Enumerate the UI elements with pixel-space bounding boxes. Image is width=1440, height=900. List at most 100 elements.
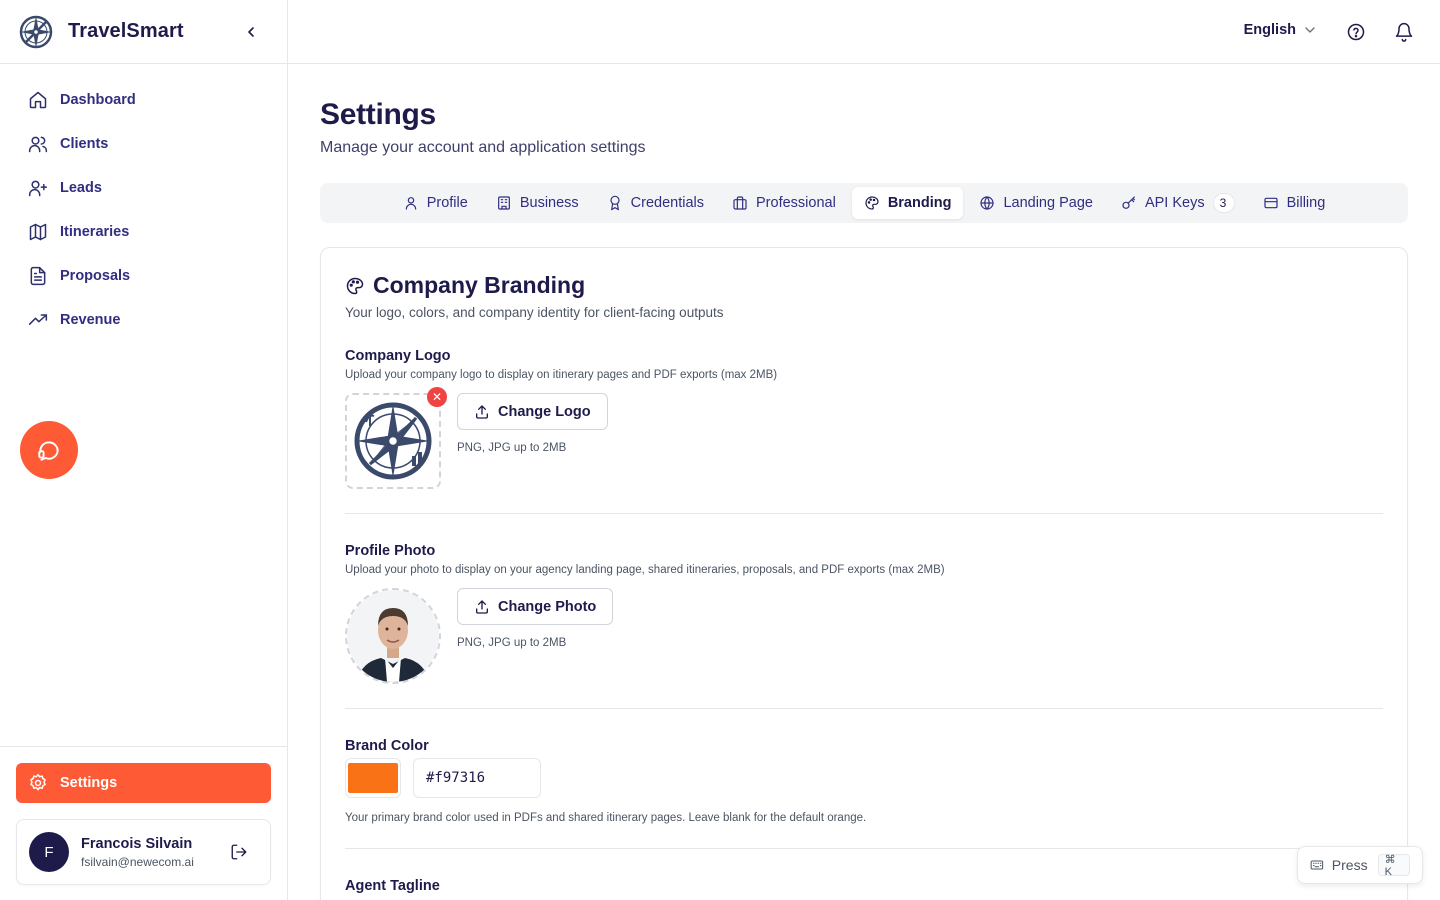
user-name: Francois Silvain bbox=[81, 835, 193, 852]
card-subtitle: Your logo, colors, and company identity … bbox=[345, 305, 724, 320]
section-title: Brand Color bbox=[345, 738, 429, 754]
help-icon[interactable] bbox=[1346, 22, 1366, 42]
profile-photo-section: Profile Photo Upload your photo to displ… bbox=[345, 543, 1383, 709]
tab-business[interactable]: Business bbox=[484, 187, 591, 219]
chevron-left-icon bbox=[248, 27, 254, 37]
palette-icon bbox=[865, 196, 879, 210]
settings-tabs: Profile Business Credentials Professiona… bbox=[320, 183, 1408, 223]
remove-logo-button[interactable]: ✕ bbox=[427, 387, 447, 407]
change-logo-button[interactable]: Change Logo bbox=[457, 393, 608, 430]
headset-icon bbox=[38, 441, 59, 461]
key-icon bbox=[1122, 196, 1135, 209]
user-icon bbox=[405, 197, 416, 210]
logout-icon[interactable] bbox=[230, 843, 248, 861]
tab-professional[interactable]: Professional bbox=[720, 187, 848, 219]
avatar: F bbox=[29, 832, 69, 872]
command-palette-hint[interactable]: Press ⌘ K bbox=[1297, 846, 1423, 884]
sidebar-item-label: Proposals bbox=[60, 268, 131, 284]
button-label: Change Logo bbox=[498, 403, 591, 420]
topbar: English bbox=[288, 0, 1440, 64]
tab-label: Billing bbox=[1286, 195, 1326, 211]
main-content: Settings Manage your account and applica… bbox=[320, 64, 1408, 900]
collapse-sidebar-button[interactable] bbox=[241, 22, 261, 42]
user-email: fsilvain@newecom.ai bbox=[81, 854, 194, 869]
card-title-text: Company Branding bbox=[373, 272, 586, 298]
tab-label: Landing Page bbox=[1003, 195, 1093, 211]
tab-label: Branding bbox=[887, 195, 952, 211]
home-icon bbox=[29, 91, 47, 109]
sidebar-item-label: Dashboard bbox=[60, 92, 136, 108]
tab-label: Credentials bbox=[630, 195, 705, 211]
card-title: Company Branding bbox=[345, 272, 1383, 299]
tab-landing-page[interactable]: Landing Page bbox=[967, 187, 1105, 219]
upload-icon bbox=[476, 404, 488, 419]
sidebar-item-clients[interactable]: Clients bbox=[0, 122, 287, 166]
sidebar-item-label: Clients bbox=[60, 136, 109, 152]
sidebar-item-settings[interactable]: Settings bbox=[16, 763, 271, 803]
press-label: Press bbox=[1331, 857, 1368, 873]
sidebar-item-leads[interactable]: Leads bbox=[0, 166, 287, 210]
tab-profile[interactable]: Profile bbox=[391, 187, 480, 219]
credit-card-icon bbox=[1263, 197, 1278, 209]
app-name: TravelSmart bbox=[68, 20, 184, 42]
logo-upload-row: ✕ Change Logo PNG, JPG up to 2MB bbox=[345, 387, 1383, 489]
main-nav: Dashboard Clients Leads Itineraries Prop… bbox=[0, 64, 287, 342]
brand-color-hex-input[interactable] bbox=[413, 758, 541, 798]
brand-color-section: Brand Color Your primary brand color use… bbox=[345, 738, 1383, 849]
tab-branding[interactable]: Branding bbox=[851, 187, 964, 219]
map-icon bbox=[29, 223, 47, 241]
language-selector[interactable]: English bbox=[1244, 22, 1316, 38]
award-icon bbox=[610, 195, 620, 211]
button-label: Change Photo bbox=[498, 598, 597, 615]
brand-header: TravelSmart bbox=[0, 0, 287, 64]
sidebar-footer: Settings F Francois Silvain fsilvain@new… bbox=[0, 746, 287, 900]
user-plus-icon bbox=[28, 180, 48, 197]
bell-icon[interactable] bbox=[1394, 22, 1414, 42]
globe-icon bbox=[980, 196, 995, 210]
upload-icon bbox=[476, 599, 488, 614]
company-logo-section: Company Logo Upload your company logo to… bbox=[345, 348, 1383, 514]
support-chat-button[interactable] bbox=[20, 421, 78, 479]
brand-color-picker[interactable] bbox=[345, 758, 401, 798]
tab-label: Professional bbox=[756, 195, 836, 211]
tab-label: API Keys bbox=[1144, 195, 1205, 211]
palette-icon bbox=[346, 277, 364, 294]
tab-label: Profile bbox=[426, 195, 468, 211]
sidebar-item-dashboard[interactable]: Dashboard bbox=[0, 78, 287, 122]
profile-photo-image bbox=[347, 590, 439, 682]
file-text-icon bbox=[30, 266, 46, 286]
keyboard-icon bbox=[1310, 860, 1324, 870]
user-card: F Francois Silvain fsilvain@newecom.ai bbox=[16, 819, 271, 885]
brand-color-swatch bbox=[348, 763, 398, 793]
sidebar-item-revenue[interactable]: Revenue bbox=[0, 298, 287, 342]
section-description: Upload your company logo to display on i… bbox=[345, 369, 778, 381]
file-type-hint: PNG, JPG up to 2MB bbox=[457, 442, 567, 454]
section-title: Profile Photo bbox=[345, 543, 436, 559]
tab-billing[interactable]: Billing bbox=[1251, 187, 1338, 219]
gear-icon bbox=[30, 773, 46, 791]
change-photo-button[interactable]: Change Photo bbox=[457, 588, 614, 625]
company-branding-card: Company Branding Your logo, colors, and … bbox=[320, 247, 1408, 900]
building-icon bbox=[497, 196, 510, 210]
compass-logo-icon bbox=[354, 402, 432, 480]
page-title: Settings bbox=[320, 98, 436, 131]
page-subtitle: Manage your account and application sett… bbox=[320, 139, 646, 156]
sidebar: TravelSmart Dashboard Clients Leads Itin… bbox=[0, 0, 288, 900]
briefcase-icon bbox=[733, 196, 747, 210]
tab-credentials[interactable]: Credentials bbox=[595, 187, 716, 219]
logo-preview: ✕ bbox=[345, 387, 447, 489]
sidebar-item-proposals[interactable]: Proposals bbox=[0, 254, 287, 298]
chevron-down-icon bbox=[1305, 27, 1315, 33]
sidebar-item-itineraries[interactable]: Itineraries bbox=[0, 210, 287, 254]
brand-color-row bbox=[345, 758, 1383, 798]
photo-upload-row: Change Photo PNG, JPG up to 2MB bbox=[345, 588, 1383, 684]
compass-logo-icon bbox=[19, 15, 53, 48]
agent-tagline-section: Agent Tagline bbox=[345, 878, 1383, 894]
sidebar-item-label: Leads bbox=[60, 180, 102, 196]
photo-upload-controls: Change Photo PNG, JPG up to 2MB bbox=[457, 588, 614, 684]
api-keys-count-badge: 3 bbox=[1212, 193, 1235, 213]
shortcut-keys: ⌘ K bbox=[1377, 854, 1410, 878]
file-type-hint: PNG, JPG up to 2MB bbox=[457, 637, 567, 649]
section-title: Company Logo bbox=[345, 348, 451, 364]
tab-api-keys[interactable]: API Keys 3 bbox=[1109, 187, 1247, 219]
